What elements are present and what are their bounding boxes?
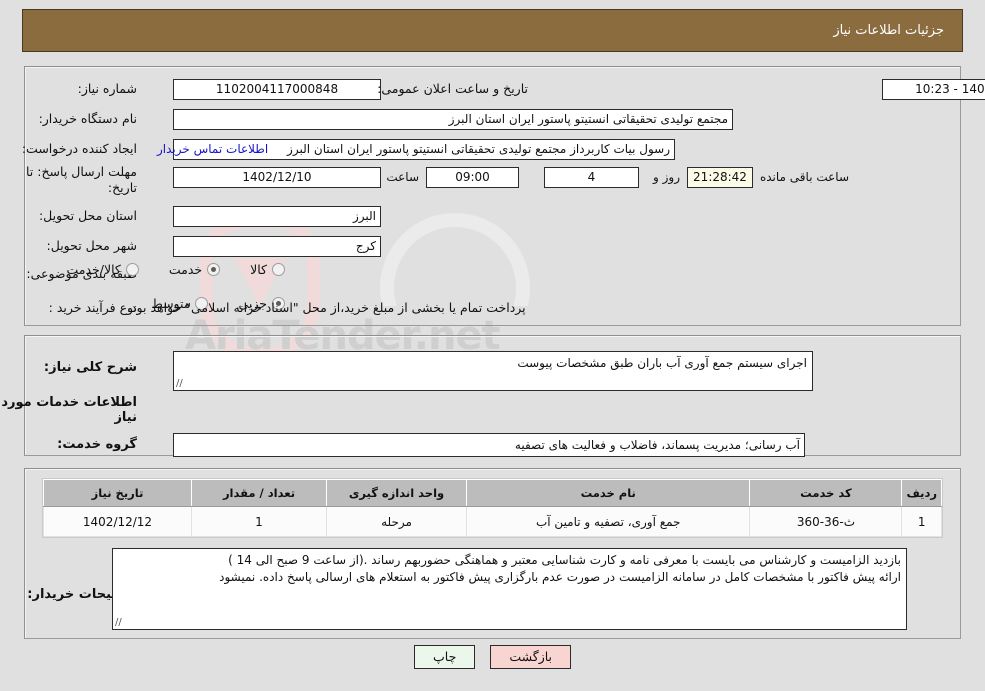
cell-qty: 1 bbox=[191, 506, 327, 537]
province-label-wrap: استان محل تحویل: bbox=[39, 208, 137, 223]
cell-unit: مرحله bbox=[326, 506, 467, 537]
resize-grip-icon[interactable] bbox=[115, 618, 125, 628]
province-value: البرز bbox=[173, 206, 381, 227]
back-button[interactable]: بازگشت bbox=[490, 645, 572, 669]
deadline-label: مهلت ارسال پاسخ: تا تاریخ: bbox=[26, 164, 137, 195]
category-option-kala[interactable]: کالا bbox=[250, 262, 285, 277]
service-group-label: گروه خدمت: bbox=[57, 437, 137, 452]
requester-label: ایجاد کننده درخواست: bbox=[21, 141, 137, 156]
col-header-unit: واحد اندازه گیری bbox=[326, 479, 467, 507]
table-header-row: ردیف کد خدمت نام خدمت واحد اندازه گیری ت… bbox=[43, 479, 942, 507]
service-group-value: آب رسانی؛ مدیریت پسماند، فاضلاب و فعالیت… bbox=[173, 433, 805, 457]
category-option-label-2: کالا/خدمت bbox=[66, 262, 121, 277]
buyer-org-label: نام دستگاه خریدار: bbox=[38, 111, 137, 126]
description-label: شرح کلی نیاز: bbox=[43, 360, 137, 375]
col-header-need-date: تاریخ نیاز bbox=[43, 479, 192, 507]
description-textarea[interactable]: اجرای سیستم جمع آوری آب باران طبق مشخصات… bbox=[173, 351, 813, 391]
cell-code: ث-36-360 bbox=[749, 506, 903, 537]
cell-need-date: 1402/12/12 bbox=[43, 506, 192, 537]
public-announce-label: تاریخ و ساعت اعلان عمومی: bbox=[377, 81, 528, 96]
public-announce-value: 1402/12/05 - 10:23 bbox=[882, 79, 985, 100]
page-title: جزئیات اطلاعات نیاز bbox=[833, 23, 944, 38]
process-type-label: نوع فرآیند خرید : bbox=[48, 300, 137, 315]
description-value: اجرای سیستم جمع آوری آب باران طبق مشخصات… bbox=[517, 356, 807, 370]
city-value: کرج bbox=[173, 236, 381, 257]
radio-icon[interactable] bbox=[207, 263, 221, 276]
category-option-label-0: کالا bbox=[250, 262, 267, 277]
print-button[interactable]: چاپ bbox=[414, 645, 476, 669]
buyer-org-label-wrap: نام دستگاه خریدار: bbox=[39, 111, 137, 126]
services-section-heading: اطلاعات خدمات مورد نیاز bbox=[1, 395, 137, 425]
need-info-panel bbox=[24, 66, 961, 326]
need-number-label-wrap: شماره نیاز: bbox=[78, 81, 137, 96]
buyer-contact-link[interactable]: اطلاعات تماس خریدار bbox=[157, 142, 268, 156]
city-label-wrap: شهر محل تحویل: bbox=[47, 238, 137, 253]
deadline-time-label: ساعت bbox=[386, 170, 419, 184]
process-type-label-wrap: نوع فرآیند خرید : bbox=[49, 300, 137, 315]
deadline-countdown-value: 21:28:42 bbox=[687, 167, 753, 188]
col-header-radif: ردیف bbox=[901, 479, 942, 507]
cell-name: جمع آوری، تصفیه و تامین آب bbox=[465, 506, 751, 537]
deadline-countdown-label: ساعت باقی مانده bbox=[759, 170, 849, 184]
cell-radif: 1 bbox=[901, 506, 942, 537]
radio-icon[interactable] bbox=[272, 263, 285, 276]
table-row: 1 ث-36-360 جمع آوری، تصفیه و تامین آب مر… bbox=[43, 506, 942, 537]
action-button-bar: بازگشت چاپ bbox=[0, 645, 985, 669]
category-option-label-1: خدمت bbox=[168, 262, 203, 277]
deadline-label-wrap: مهلت ارسال پاسخ: تا تاریخ: bbox=[17, 164, 137, 196]
col-header-qty: تعداد / مقدار bbox=[191, 479, 327, 507]
service-items-table: ردیف کد خدمت نام خدمت واحد اندازه گیری ت… bbox=[43, 479, 942, 537]
category-option-kala-khedmat[interactable]: کالا/خدمت bbox=[66, 262, 139, 277]
deadline-date-value: 1402/12/10 bbox=[173, 167, 381, 188]
page-root: AriaTender.net جزئیات اطلاعات نیاز شماره… bbox=[0, 0, 985, 691]
service-items-table-wrap: ردیف کد خدمت نام خدمت واحد اندازه گیری ت… bbox=[42, 478, 943, 538]
resize-grip-icon[interactable] bbox=[176, 379, 186, 389]
buyer-notes-line2: ارائه پیش فاکتور با مشخصات کامل در سامان… bbox=[219, 570, 901, 584]
deadline-time-value: 09:00 bbox=[426, 167, 519, 188]
need-number-label: شماره نیاز: bbox=[77, 81, 137, 96]
page-title-bar: جزئیات اطلاعات نیاز bbox=[22, 9, 963, 52]
need-number-value: 1102004117000848 bbox=[173, 79, 381, 100]
radio-icon[interactable] bbox=[125, 263, 139, 276]
process-type-note: پرداخت تمام یا بخشی از مبلغ خرید،از محل … bbox=[127, 300, 526, 315]
buyer-org-value: مجتمع تولیدی تحقیقاتی انستیتو پاستور ایر… bbox=[173, 109, 733, 130]
requester-label-wrap: ایجاد کننده درخواست: bbox=[22, 141, 137, 156]
col-header-code: کد خدمت bbox=[749, 479, 903, 507]
category-radio-group[interactable]: کالا خدمت کالا/خدمت bbox=[40, 262, 285, 277]
deadline-days-value: 4 bbox=[544, 167, 639, 188]
deadline-days-label: روز و bbox=[653, 170, 680, 184]
category-option-khedmat[interactable]: خدمت bbox=[168, 262, 221, 277]
buyer-notes-line1: بازدید الزامیست و کارشناس می بایست با مع… bbox=[228, 553, 901, 567]
col-header-name: نام خدمت bbox=[465, 479, 751, 507]
public-announce-label-wrap: تاریخ و ساعت اعلان عمومی: bbox=[377, 81, 528, 96]
province-label: استان محل تحویل: bbox=[38, 208, 137, 223]
city-label: شهر محل تحویل: bbox=[46, 238, 137, 253]
buyer-notes-textarea[interactable]: بازدید الزامیست و کارشناس می بایست با مع… bbox=[112, 548, 907, 630]
